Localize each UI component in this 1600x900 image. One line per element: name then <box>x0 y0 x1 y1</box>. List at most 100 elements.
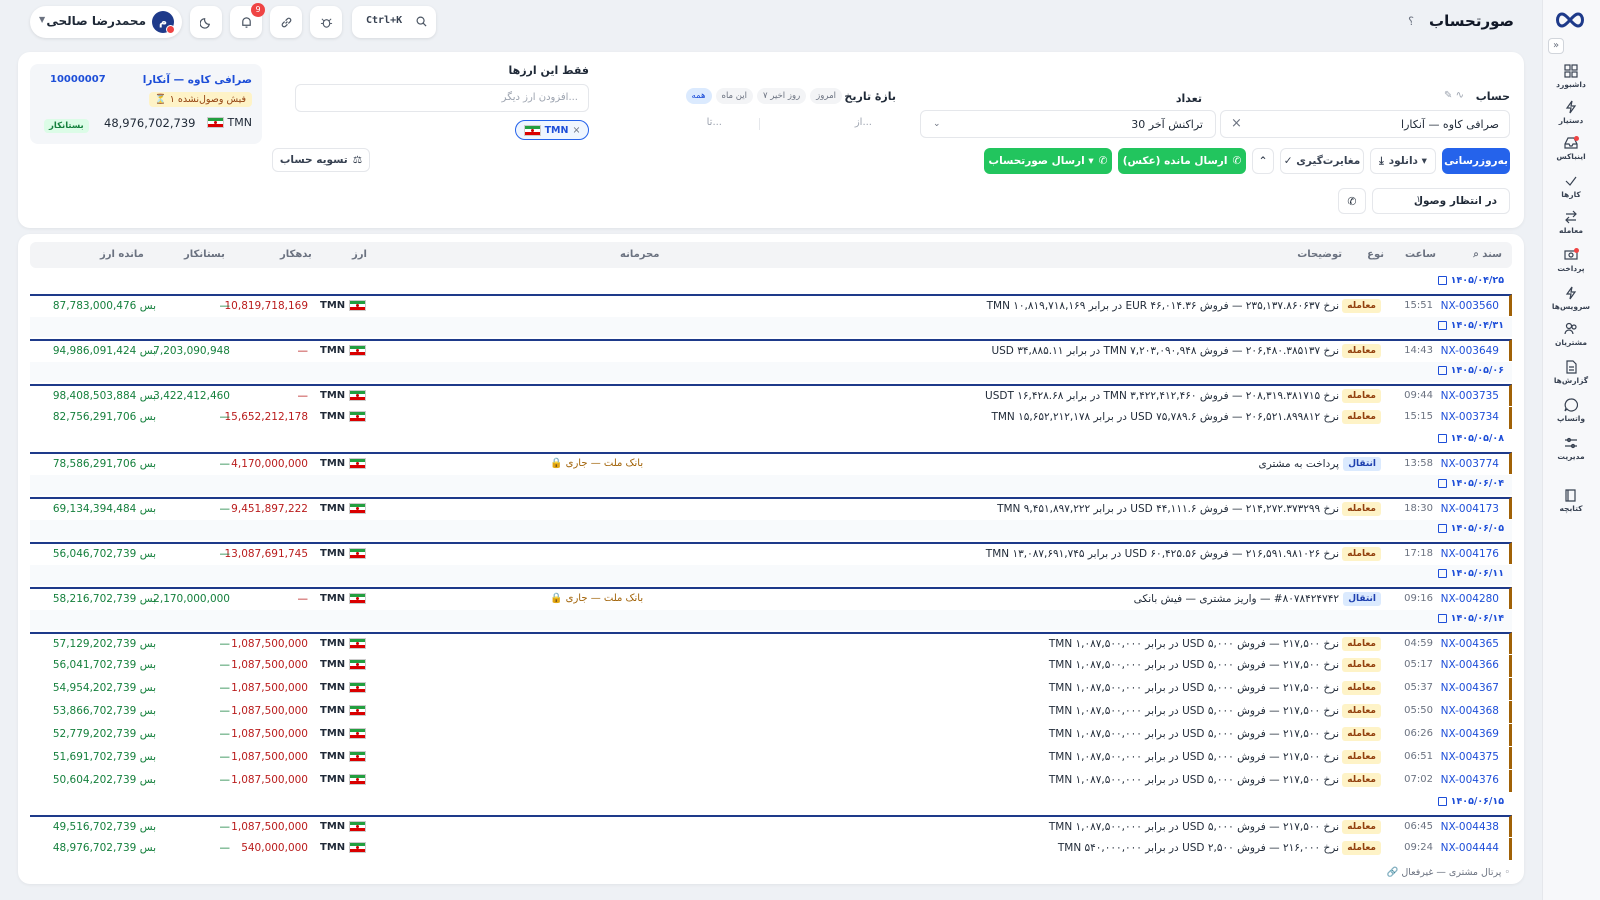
collapse-sidebar-button[interactable]: » <box>1548 38 1564 54</box>
doc-link[interactable]: NX-004375 <box>1441 751 1499 763</box>
table-row[interactable]: NX-004366 05:17 معامله نرخ ۲۱۷,۵۰۰ — فروش ۵… <box>30 655 1512 677</box>
iran-flag-icon <box>349 638 367 649</box>
date-chip-7days[interactable]: ۷ روز اخیر <box>757 88 807 104</box>
sidebar-item-8[interactable]: مشتریان <box>1546 322 1596 356</box>
sidebar-item-11[interactable]: مدیریت <box>1546 436 1596 470</box>
sidebar-item-1[interactable]: داشبورد <box>1546 64 1596 98</box>
sidebar-item-12[interactable]: کتابچه <box>1546 488 1596 522</box>
currency-add-input[interactable]: افزودن ارز دیگر... <box>295 84 589 112</box>
table-row[interactable]: NX-004369 06:26 معامله نرخ ۲۱۷,۵۰۰ — فروش ۵… <box>30 724 1512 746</box>
bolt-icon <box>1564 286 1578 300</box>
row-currency: TMN <box>320 728 367 739</box>
customer-portal-status[interactable]: 🔗 پرتال مشتری — غیرفعال ◦ <box>1386 867 1510 878</box>
doc-link[interactable]: NX-003560 <box>1441 300 1499 312</box>
notifications-button[interactable]: 9 <box>230 3 265 38</box>
doc-link[interactable]: NX-004376 <box>1441 774 1499 786</box>
doc-link[interactable]: NX-004365 <box>1441 638 1499 650</box>
refresh-button[interactable]: به‌روزرسانی <box>1442 148 1510 174</box>
sidebar-item-label: واتساپ <box>1556 414 1586 423</box>
activity-icon[interactable]: ∿ <box>1456 90 1464 101</box>
row-currency-code: TMN <box>320 774 346 785</box>
doc-link[interactable]: NX-003735 <box>1441 390 1499 402</box>
doc-link[interactable]: NX-004369 <box>1441 728 1499 740</box>
doc-link[interactable]: NX-004173 <box>1441 503 1499 515</box>
doc-link[interactable]: NX-004438 <box>1441 821 1499 833</box>
table-row[interactable]: NX-003734 15:15 معامله نرخ ۲۰۶,۵۲۱.۸۹۹۸۱۲ —… <box>30 407 1512 429</box>
help-icon[interactable]: ؟ <box>1408 15 1414 28</box>
date-chip-all[interactable]: همه <box>685 88 712 104</box>
search-button[interactable]: Ctrl+K <box>352 6 436 38</box>
row-time: 05:37 <box>1404 682 1433 693</box>
table-row[interactable]: NX-004438 06:45 معامله نرخ ۲۱۷,۵۰۰ — فروش ۵… <box>30 815 1512 837</box>
table-row[interactable]: NX-003560 15:51 معامله نرخ ۲۳۵,۱۳۷.۸۶۰۶۳۷ —… <box>30 294 1512 316</box>
iran-flag-icon <box>349 548 367 559</box>
remove-chip-icon[interactable]: × <box>572 125 580 136</box>
header-doc-label: سند <box>1482 249 1502 260</box>
doc-link[interactable]: NX-003774 <box>1441 458 1499 470</box>
table-row[interactable]: NX-003735 09:44 معامله نرخ ۲۰۸,۳۱۹.۳۸۱۷۱۵ —… <box>30 384 1512 406</box>
pending-receipts-button[interactable]: در انتظار وصول ۱ <box>1372 188 1510 214</box>
doc-link[interactable]: NX-004366 <box>1441 659 1499 671</box>
date-chip-month[interactable]: این ماه <box>715 88 753 104</box>
bug-report-button[interactable] <box>310 6 342 38</box>
sidebar-item-4[interactable]: کارها <box>1546 174 1596 208</box>
row-debit: — <box>297 345 309 357</box>
dark-mode-button[interactable] <box>190 6 222 38</box>
table-row[interactable]: NX-004280 09:16 انتقال #۸۰۷۸۴۲۴۷۴۲ — واریز … <box>30 587 1512 609</box>
doc-link[interactable]: NX-004368 <box>1441 705 1499 717</box>
row-balance: 58,216,702,739 بس <box>52 593 156 605</box>
sidebar-item-10[interactable]: واتساپ <box>1546 398 1596 432</box>
link-button[interactable] <box>270 6 302 38</box>
send-statement-button[interactable]: ارسال صورتحساب ▾ ✆ <box>984 148 1112 174</box>
table-row[interactable]: NX-003774 13:58 انتقال پرداخت به مشتری 🔒 بان… <box>30 452 1512 474</box>
table-row[interactable]: NX-004173 18:30 معامله نرخ ۲۱۴,۲۷۲.۳۷۳۲۹۹ —… <box>30 497 1512 519</box>
table-row[interactable]: NX-004367 05:37 معامله نرخ ۲۱۷,۵۰۰ — فروش ۵… <box>30 678 1512 700</box>
sidebar-item-3[interactable]: اینباکس <box>1546 136 1596 170</box>
doc-link[interactable]: NX-004444 <box>1441 842 1499 854</box>
table-row[interactable]: NX-004444 09:24 معامله نرخ ۲۱۶,۰۰۰ — فروش ۲… <box>30 838 1512 860</box>
balance-account-code: 10000007 <box>50 74 106 85</box>
table-row[interactable]: NX-004368 05:50 معامله نرخ ۲۱۷,۵۰۰ — فروش ۵… <box>30 701 1512 723</box>
account-select[interactable]: صرافی کاوه — آنکارا × <box>1220 110 1510 138</box>
send-balance-button[interactable]: ارسال مانده (عکس) ✆ <box>1118 148 1246 174</box>
date-from-input[interactable]: از... <box>756 112 896 136</box>
table-row[interactable]: NX-003649 14:43 معامله نرخ ۲۰۶,۴۸۰.۳۸۵۱۳۷ —… <box>30 339 1512 361</box>
sidebar-item-9[interactable]: گزارش‌ها <box>1546 360 1596 394</box>
balance-account-name[interactable]: صرافی کاوه — آنکارا <box>143 74 252 86</box>
row-time: 05:17 <box>1404 659 1433 670</box>
doc-link[interactable]: NX-004176 <box>1441 548 1499 560</box>
sidebar-item-2[interactable]: دستیار <box>1546 100 1596 134</box>
collapse-actions-button[interactable]: ⌃ <box>1252 148 1274 174</box>
download-button[interactable]: ⤓ دانلود ▾ <box>1370 148 1436 174</box>
doc-link[interactable]: NX-003649 <box>1441 345 1499 357</box>
row-currency: TMN <box>320 548 367 559</box>
user-menu[interactable]: م محمدرضا صالحی ▼ <box>30 6 182 38</box>
table-row[interactable]: NX-004365 04:59 معامله نرخ ۲۱۷,۵۰۰ — فروش ۵… <box>30 632 1512 654</box>
date-chip-today[interactable]: امروز <box>810 88 842 104</box>
count-select[interactable]: 30 تراکنش آخر ⌄ <box>920 110 1216 138</box>
doc-link[interactable]: NX-004367 <box>1441 682 1499 694</box>
date-group-row: ۱۴۰۵/۰۶/۱۱ <box>30 565 1512 585</box>
settle-account-button[interactable]: تسویه حساب ⚖ <box>272 148 370 172</box>
date-to-input[interactable]: تا... <box>606 112 746 136</box>
iran-flag-icon <box>349 728 367 739</box>
reconcile-button[interactable]: ✓ مغایرت‌گیری <box>1280 148 1364 174</box>
doc-link[interactable]: NX-003734 <box>1441 411 1499 423</box>
currency-chip-tmn[interactable]: TMN × <box>515 120 589 140</box>
edit-icon[interactable]: ✎ <box>1444 90 1452 101</box>
table-row[interactable]: NX-004375 06:51 معامله نرخ ۲۱۷,۵۰۰ — فروش ۵… <box>30 747 1512 769</box>
row-currency: TMN <box>320 503 367 514</box>
clear-account-icon[interactable]: × <box>1231 116 1242 131</box>
row-balance: 87,783,000,476 بس <box>52 300 156 312</box>
sidebar-item-7[interactable]: سرویس‌ها <box>1546 286 1596 320</box>
table-row[interactable]: NX-004176 17:18 معامله نرخ ۲۱۶,۵۹۱.۹۸۱۰۲۶ —… <box>30 542 1512 564</box>
doc-link[interactable]: NX-004280 <box>1441 593 1499 605</box>
row-description: نرخ ۲۱۶,۰۰۰ — فروش ۲,۵۰۰ USD در برابر ۵۴… <box>1057 842 1339 854</box>
pending-whatsapp-button[interactable]: ✆ <box>1338 188 1366 214</box>
iran-flag-icon <box>349 345 367 356</box>
sidebar-item-5[interactable]: معامله <box>1546 210 1596 244</box>
row-time: 06:51 <box>1404 751 1433 762</box>
table-row[interactable]: NX-004376 07:02 معامله نرخ ۲۱۷,۵۰۰ — فروش ۵… <box>30 770 1512 792</box>
sidebar-item-6[interactable]: پرداخت <box>1546 248 1596 282</box>
sort-search-icon[interactable]: ⌕ <box>1473 249 1479 260</box>
